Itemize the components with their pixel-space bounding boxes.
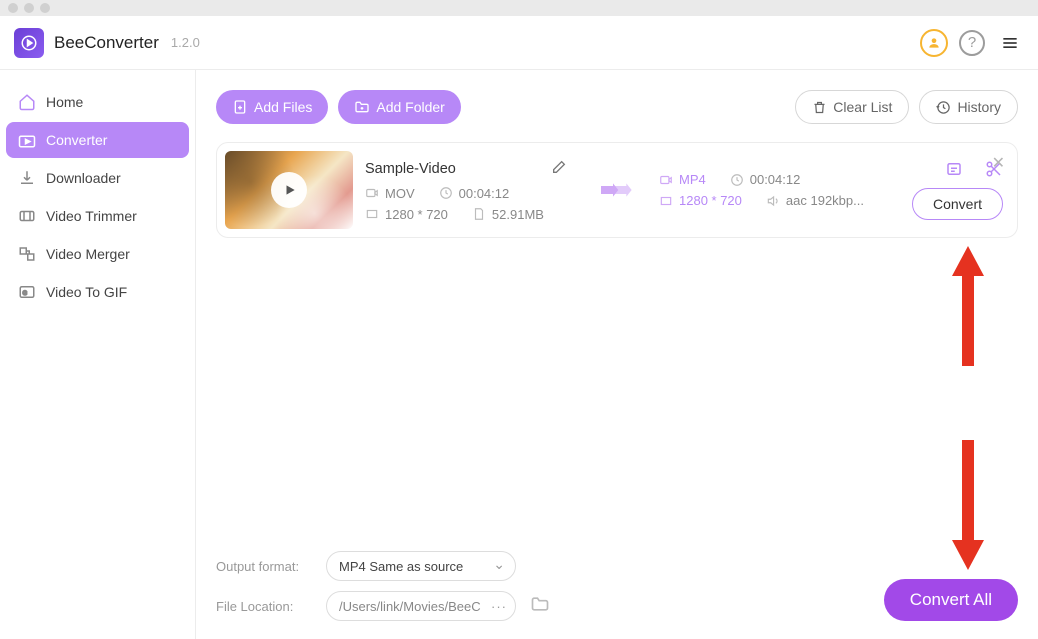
sidebar-item-converter[interactable]: Converter (6, 122, 189, 158)
remove-file-button[interactable]: ✕ (992, 153, 1005, 173)
sidebar-item-trimmer[interactable]: Video Trimmer (6, 198, 189, 234)
clock-icon (439, 186, 453, 200)
target-dimensions[interactable]: 1280 * 720 (659, 193, 742, 208)
target-duration: 00:04:12 (730, 172, 801, 187)
app-name: BeeConverter (54, 33, 159, 53)
convert-arrow-icon (601, 178, 633, 202)
account-button[interactable] (920, 29, 948, 57)
play-icon (283, 183, 297, 197)
history-icon (936, 100, 951, 115)
folder-plus-icon (354, 99, 370, 115)
output-format-label: Output format: (216, 559, 312, 574)
video-thumbnail[interactable] (225, 151, 353, 229)
sidebar-item-label: Video To GIF (46, 284, 127, 300)
bottom-bar: Output format: MP4 Same as source File L… (216, 551, 1018, 621)
sidebar-item-label: Video Merger (46, 246, 130, 262)
converter-icon (18, 131, 36, 149)
add-folder-button[interactable]: Add Folder (338, 90, 460, 124)
traffic-light-close[interactable] (8, 3, 18, 13)
file-icon (472, 207, 486, 221)
question-icon: ? (959, 30, 985, 56)
add-files-button[interactable]: Add Files (216, 90, 328, 124)
button-label: Clear List (833, 99, 892, 115)
subtitle-icon[interactable] (945, 160, 963, 178)
select-value: MP4 Same as source (339, 559, 463, 574)
gif-icon: G (18, 283, 36, 301)
file-location-label: File Location: (216, 599, 312, 614)
sidebar-item-label: Converter (46, 132, 107, 148)
user-icon (920, 29, 948, 57)
trash-icon (812, 100, 827, 115)
app-version: 1.2.0 (171, 35, 200, 50)
sidebar-item-gif[interactable]: G Video To GIF (6, 274, 189, 310)
target-meta: MP4 00:04:12 1280 * 720 aac 192kbp... (659, 172, 879, 208)
history-button[interactable]: History (919, 90, 1018, 124)
merger-icon (18, 245, 36, 263)
file-actions: Convert (912, 160, 1003, 220)
file-title: Sample-Video (365, 161, 456, 177)
button-label: Add Files (254, 99, 312, 115)
source-duration: 00:04:12 (439, 186, 510, 201)
source-meta: Sample-Video MOV 00:04:12 1280 * 720 52.… (365, 159, 575, 222)
toolbar: Add Files Add Folder Clear List History (216, 90, 1018, 124)
source-size: 52.91MB (472, 207, 544, 222)
source-dimensions: 1280 * 720 (365, 207, 448, 222)
home-icon (18, 93, 36, 111)
sidebar-item-downloader[interactable]: Downloader (6, 160, 189, 196)
clock-icon (730, 173, 744, 187)
sidebar-item-home[interactable]: Home (6, 84, 189, 120)
convert-button[interactable]: Convert (912, 188, 1003, 220)
svg-text:G: G (23, 291, 28, 297)
target-format[interactable]: MP4 (659, 172, 706, 187)
convert-all-button[interactable]: Convert All (884, 579, 1018, 621)
sidebar-item-merger[interactable]: Video Merger (6, 236, 189, 272)
clear-list-button[interactable]: Clear List (795, 90, 909, 124)
folder-icon (530, 594, 550, 614)
sidebar-item-label: Video Trimmer (46, 208, 137, 224)
pencil-icon (551, 159, 567, 175)
output-format-select[interactable]: MP4 Same as source (326, 551, 516, 581)
file-location-field[interactable]: /Users/link/Movies/BeeC ··· (326, 591, 516, 621)
button-label: History (957, 99, 1001, 115)
file-card: ✕ Sample-Video MOV 00:04:12 1 (216, 142, 1018, 238)
dimensions-icon (659, 194, 673, 208)
dimensions-icon (365, 207, 379, 221)
path-value: /Users/link/Movies/BeeC (339, 599, 481, 614)
source-format: MOV (365, 186, 415, 201)
more-icon[interactable]: ··· (491, 599, 507, 614)
rename-button[interactable] (551, 159, 567, 180)
target-audio: aac 192kbp... (766, 193, 864, 208)
file-plus-icon (232, 99, 248, 115)
video-icon (659, 173, 673, 187)
sidebar-item-label: Downloader (46, 170, 121, 186)
app-logo-icon (14, 28, 44, 58)
video-icon (365, 186, 379, 200)
window-titlebar (0, 0, 1038, 16)
main-panel: Add Files Add Folder Clear List History … (196, 70, 1038, 639)
traffic-light-zoom[interactable] (40, 3, 50, 13)
open-folder-button[interactable] (530, 594, 550, 619)
play-button[interactable] (271, 172, 307, 208)
traffic-light-minimize[interactable] (24, 3, 34, 13)
sidebar-item-label: Home (46, 94, 83, 110)
speaker-icon (766, 194, 780, 208)
app-header: BeeConverter 1.2.0 ? (0, 16, 1038, 70)
menu-button[interactable] (996, 29, 1024, 57)
sidebar: Home Converter Downloader Video Trimmer … (0, 70, 196, 639)
trimmer-icon (18, 207, 36, 225)
help-button[interactable]: ? (958, 29, 986, 57)
button-label: Add Folder (376, 99, 444, 115)
download-icon (18, 169, 36, 187)
